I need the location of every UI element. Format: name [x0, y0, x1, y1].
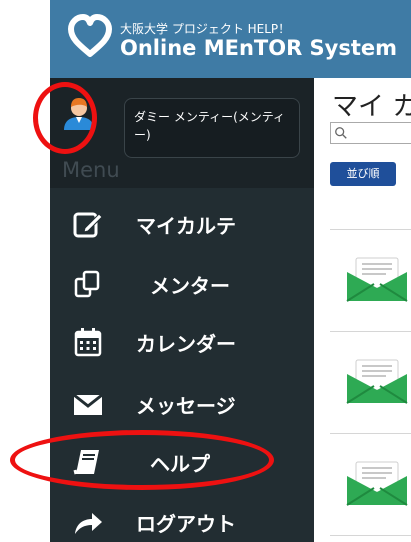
sidebar-item-label: マイカルテ [136, 214, 236, 238]
sidebar-item-label: カレンダー [136, 332, 236, 356]
sidebar-item-mentor[interactable]: メンター [50, 254, 314, 314]
highlight-ellipse-avatar [33, 82, 97, 154]
search-icon [335, 127, 347, 139]
app-header: 大阪大学 プロジェクト HELP！ Online MEnTOR System [50, 0, 411, 78]
sidebar-item-label: ログアウト [136, 512, 236, 536]
clone-icon [74, 270, 100, 298]
sidebar-item-calendar[interactable]: カレンダー [50, 312, 314, 372]
envelope-icon[interactable] [346, 256, 408, 302]
menu-header: Menu [62, 158, 120, 182]
envelope-icon[interactable] [346, 358, 408, 404]
envelope-icon [73, 393, 103, 415]
divider [330, 229, 411, 230]
sidebar-item-label: メンター [150, 274, 230, 298]
share-icon [75, 513, 102, 534]
highlight-ellipse-help [10, 430, 274, 490]
sidebar-item-label: メッセージ [136, 394, 236, 418]
search-input[interactable] [330, 122, 411, 144]
app-subtitle: 大阪大学 プロジェクト HELP！ [120, 22, 291, 36]
sort-button[interactable]: 並び順 [330, 162, 396, 186]
user-name: ダミー メンティー(メンティー) [134, 110, 286, 142]
divider [330, 433, 411, 434]
calendar-icon [74, 328, 102, 357]
envelope-icon[interactable] [346, 460, 408, 506]
page-title: マイ カ [332, 92, 411, 122]
app-title: Online MEnTOR System [120, 36, 398, 60]
divider [330, 331, 411, 332]
page: 大阪大学 プロジェクト HELP！ Online MEnTOR System ダ… [0, 0, 411, 542]
main-content: マイ カ 並び順 [314, 78, 411, 542]
sidebar-item-message[interactable]: メッセージ [50, 374, 314, 434]
logo-icon [68, 14, 112, 57]
divider [330, 535, 411, 536]
sidebar-item-logout[interactable]: ログアウト [50, 492, 314, 542]
edit-icon [73, 212, 103, 238]
sidebar-item-mykarte[interactable]: マイカルテ [50, 194, 314, 254]
